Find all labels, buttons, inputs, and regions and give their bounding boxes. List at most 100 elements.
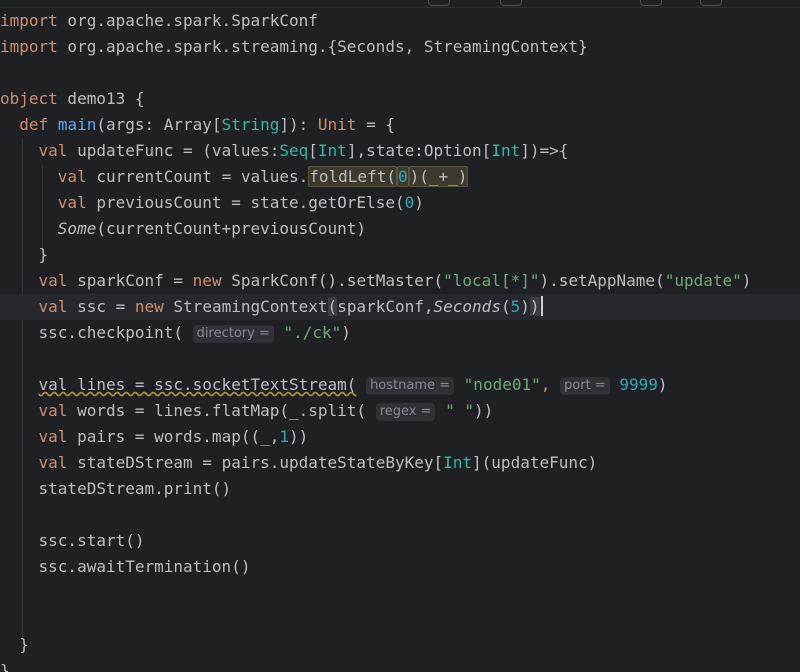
code-token: words = lines.flatMap(_.split( (67, 401, 376, 420)
code-token: foldLeft( (308, 166, 397, 187)
keyword-token: import (0, 11, 58, 30)
parameter-hint: hostname = (366, 377, 455, 395)
parameter-hint: regex = (375, 403, 436, 421)
code-line[interactable]: ssc.start() (0, 528, 145, 554)
code-line[interactable]: ssc.awaitTermination() (0, 554, 251, 580)
code-token: } (0, 245, 49, 264)
code-line[interactable]: val sparkConf = new SparkConf().setMaste… (0, 268, 752, 294)
keyword-token: object (0, 89, 58, 108)
code-line[interactable]: val updateFunc = (values:Seq[Int],state:… (0, 138, 569, 164)
keyword-token: val (38, 271, 68, 290)
parameter-hint: port = (560, 377, 610, 395)
code-token: ],state:Option[ (346, 141, 492, 160)
parameter-hint: directory = (192, 325, 274, 343)
number-literal: 9999 (619, 375, 658, 394)
code-line[interactable]: object demo13 { (0, 86, 145, 112)
code-token: ) (414, 193, 424, 212)
code-line[interactable]: val currentCount = values.foldLeft(0)(_+… (0, 164, 469, 190)
code-token: } (0, 635, 29, 654)
type-token: Int (443, 453, 473, 472)
code-token: ](updateFunc) (472, 453, 598, 472)
code-line[interactable]: Some(currentCount+previousCount) (0, 216, 366, 242)
code-token: ) (741, 271, 752, 290)
keyword-token: val (57, 167, 87, 186)
string-literal: "node01" (463, 375, 541, 394)
code-line[interactable]: val lines = ssc.socketTextStream( hostna… (0, 372, 668, 398)
code-token: ) (529, 297, 540, 316)
code-line[interactable]: stateDStream.print() (0, 476, 232, 502)
code-token: = { (356, 115, 395, 134)
code-token: (args: Array[ (96, 115, 222, 134)
toolbar-fragment (500, 0, 522, 6)
code-token: SparkConf().setMaster( (221, 271, 444, 290)
code-line-current[interactable]: val ssc = new StreamingContext(sparkConf… (0, 294, 800, 320)
code-token: ssc.checkpoint( (0, 323, 193, 342)
string-literal: "local[*]" (443, 271, 540, 290)
code-token: [ (308, 141, 318, 160)
code-line[interactable]: ssc.checkpoint( directory = "./ck") (0, 320, 351, 346)
code-line[interactable]: } (0, 242, 49, 268)
text-cursor (540, 296, 543, 316)
keyword-token: val (38, 453, 68, 472)
number-literal: 5 (510, 297, 521, 316)
toolbar-fragment (428, 0, 450, 6)
code-token: org.apache.spark.SparkConf (57, 11, 318, 30)
keyword-token: import (0, 37, 58, 56)
code-editor[interactable]: import org.apache.spark.SparkConf import … (0, 0, 800, 672)
code-token: demo13 { (57, 89, 145, 108)
code-token: ( (327, 297, 338, 316)
code-token: sparkConf = (67, 271, 193, 290)
code-line[interactable]: import org.apache.spark.SparkConf (0, 8, 318, 34)
string-literal: "./ck" (283, 323, 342, 342)
code-line[interactable]: } (0, 632, 29, 658)
type-token: Seq (279, 141, 309, 160)
code-token: )(_+_) (408, 166, 469, 187)
number-literal: 1 (279, 427, 289, 446)
code-token: ) (520, 297, 530, 316)
code-token: main (57, 115, 97, 134)
code-token: } (0, 661, 10, 672)
code-token: Some (57, 219, 97, 238)
code-token: stateDStream = pairs.updateStateByKey[ (67, 453, 444, 472)
code-token: previousCount = state.getOrElse( (86, 193, 405, 212)
code-line[interactable]: val stateDStream = pairs.updateStateByKe… (0, 450, 598, 476)
toolbar-fragment (700, 0, 722, 6)
code-line[interactable]: val words = lines.flatMap(_.split( regex… (0, 398, 493, 424)
code-line[interactable]: } (0, 658, 10, 672)
code-line[interactable]: val pairs = words.map((_,1)) (0, 424, 309, 450)
code-token: val lines = ssc.socketTextStream( (38, 375, 357, 394)
code-token: Seconds (433, 297, 501, 316)
keyword-token: val (38, 401, 68, 420)
code-token: stateDStream.print() (0, 479, 232, 498)
code-token: ) (657, 375, 668, 394)
keyword-token: Unit (317, 115, 357, 134)
keyword-token: val (38, 141, 68, 160)
keyword-token: new (134, 297, 164, 316)
code-token: (currentCount+previousCount) (96, 219, 367, 238)
code-line[interactable]: val previousCount = state.getOrElse(0) (0, 190, 424, 216)
keyword-token: val (38, 427, 68, 446)
string-literal: " " (445, 401, 475, 420)
code-token: )) (289, 427, 309, 446)
keyword-token: def (19, 115, 49, 134)
code-line[interactable]: import org.apache.spark.streaming.{Secon… (0, 34, 588, 60)
code-token: ssc.awaitTermination() (0, 557, 251, 576)
code-line[interactable]: def main(args: Array[String]): Unit = { (0, 112, 395, 138)
toolbar-fragment (640, 0, 662, 6)
code-token: ])=>{ (520, 141, 569, 160)
code-token: ssc.start() (0, 531, 145, 550)
code-token: ).setAppName( (539, 271, 665, 290)
